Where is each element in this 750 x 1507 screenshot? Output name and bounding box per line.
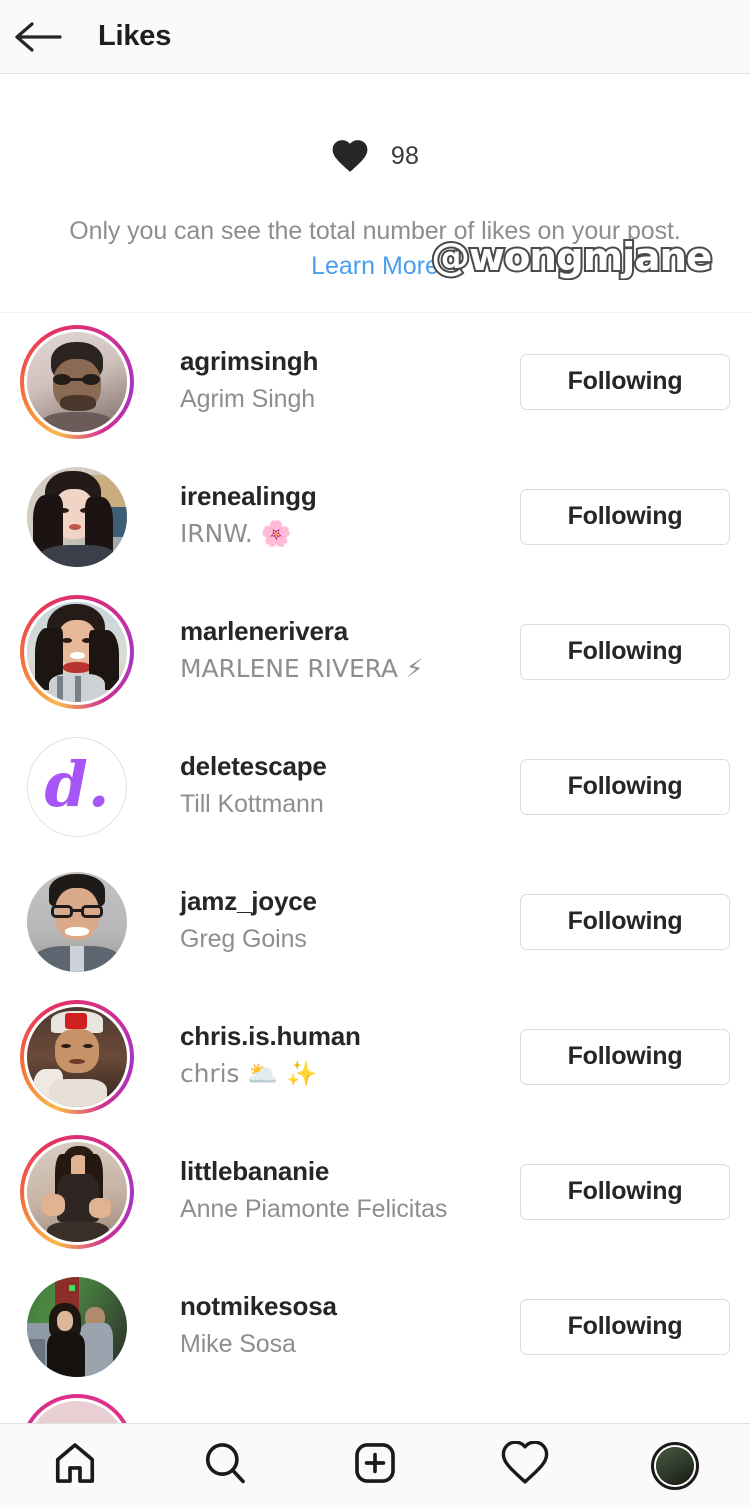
- plus-square-icon: [352, 1440, 398, 1491]
- table-row-partial[interactable]: [0, 1394, 750, 1424]
- username[interactable]: deletescape: [180, 750, 520, 784]
- story-ring-icon: [20, 1394, 134, 1424]
- follow-button[interactable]: Following: [520, 488, 730, 545]
- username[interactable]: littlebananie: [180, 1155, 520, 1189]
- learn-more-link[interactable]: Learn More: [0, 252, 750, 281]
- follow-button[interactable]: Following: [520, 1028, 730, 1085]
- fullname: IRNW. 🌸: [180, 519, 292, 549]
- liker-meta: littlebananie Anne Piamonte Felicitas: [180, 1155, 520, 1227]
- username[interactable]: notmikesosa: [180, 1290, 520, 1324]
- heart-filled-icon: [331, 139, 369, 173]
- like-count-row: 98: [0, 139, 750, 173]
- avatar[interactable]: [20, 1394, 134, 1424]
- avatar[interactable]: [20, 324, 134, 439]
- home-icon: [52, 1440, 98, 1491]
- liker-meta: jamz_joyce Greg Goins: [180, 885, 520, 957]
- nav-home[interactable]: [0, 1424, 150, 1507]
- username[interactable]: agrimsingh: [180, 345, 520, 379]
- search-icon: [202, 1440, 248, 1491]
- instagram-likes-screen: Likes 98 Only you can see the total numb…: [0, 0, 750, 1507]
- back-button[interactable]: [0, 0, 78, 74]
- story-ring-icon: [20, 324, 134, 439]
- username[interactable]: jamz_joyce: [180, 885, 520, 919]
- avatar[interactable]: [20, 460, 134, 574]
- deletescape-logo-icon: d.: [44, 747, 110, 821]
- likes-banner: 98 Only you can see the total number of …: [0, 74, 750, 313]
- avatar[interactable]: [20, 1134, 134, 1249]
- avatar[interactable]: d.: [20, 730, 134, 844]
- liker-meta: agrimsingh Agrim Singh: [180, 345, 520, 417]
- page-title: Likes: [98, 20, 172, 52]
- likes-privacy-note: Only you can see the total number of lik…: [69, 217, 681, 245]
- fullname: Greg Goins: [180, 925, 307, 954]
- app-header: Likes: [0, 0, 750, 74]
- fullname: Anne Piamonte Felicitas: [180, 1195, 448, 1224]
- avatar[interactable]: [20, 1270, 134, 1384]
- username[interactable]: irenealingg: [180, 480, 520, 514]
- arrow-left-icon: [15, 21, 63, 53]
- username[interactable]: chris.is.human: [180, 1020, 520, 1054]
- fullname: chris 🌥️ ✨: [180, 1059, 318, 1089]
- fullname: Agrim Singh: [180, 385, 316, 414]
- like-count-value: 98: [390, 141, 420, 170]
- liker-meta: chris.is.human chris 🌥️ ✨: [180, 1020, 520, 1092]
- table-row[interactable]: jamz_joyce Greg Goins Following: [0, 854, 750, 989]
- avatar[interactable]: [20, 594, 134, 709]
- likers-list[interactable]: agrimsingh Agrim Singh Following ireneal…: [0, 314, 750, 1424]
- profile-avatar-icon: [651, 1441, 699, 1490]
- table-row[interactable]: agrimsingh Agrim Singh Following: [0, 314, 750, 449]
- story-ring-icon: [20, 999, 134, 1114]
- liker-meta: notmikesosa Mike Sosa: [180, 1290, 520, 1362]
- avatar[interactable]: [20, 999, 134, 1114]
- liker-meta: marlenerivera MARLENE RIVERA ⚡: [180, 615, 520, 687]
- fullname: Till Kottmann: [180, 790, 324, 819]
- nav-search[interactable]: [150, 1424, 300, 1507]
- fullname: MARLENE RIVERA ⚡: [180, 654, 424, 684]
- follow-button[interactable]: Following: [520, 1163, 730, 1220]
- liker-meta: irenealingg IRNW. 🌸: [180, 480, 520, 552]
- bottom-navigation: [0, 1423, 750, 1507]
- nav-create[interactable]: [300, 1424, 450, 1507]
- table-row[interactable]: marlenerivera MARLENE RIVERA ⚡ Following: [0, 584, 750, 719]
- table-row[interactable]: irenealingg IRNW. 🌸 Following: [0, 449, 750, 584]
- follow-button[interactable]: Following: [520, 353, 730, 410]
- follow-button[interactable]: Following: [520, 1298, 730, 1355]
- follow-button[interactable]: Following: [520, 893, 730, 950]
- table-row[interactable]: chris.is.human chris 🌥️ ✨ Following: [0, 989, 750, 1124]
- follow-button[interactable]: Following: [520, 758, 730, 815]
- follow-button[interactable]: Following: [520, 623, 730, 680]
- story-ring-icon: [20, 1134, 134, 1249]
- liker-meta: deletescape Till Kottmann: [180, 750, 520, 822]
- table-row[interactable]: d. deletescape Till Kottmann Following: [0, 719, 750, 854]
- username[interactable]: marlenerivera: [180, 615, 520, 649]
- nav-activity[interactable]: [450, 1424, 600, 1507]
- nav-profile[interactable]: [600, 1424, 750, 1507]
- heart-outline-icon: [501, 1440, 549, 1490]
- table-row[interactable]: notmikesosa Mike Sosa Following: [0, 1259, 750, 1394]
- table-row[interactable]: littlebananie Anne Piamonte Felicitas Fo…: [0, 1124, 750, 1259]
- avatar[interactable]: [20, 865, 134, 979]
- fullname: Mike Sosa: [180, 1330, 296, 1359]
- story-ring-icon: [20, 594, 134, 709]
